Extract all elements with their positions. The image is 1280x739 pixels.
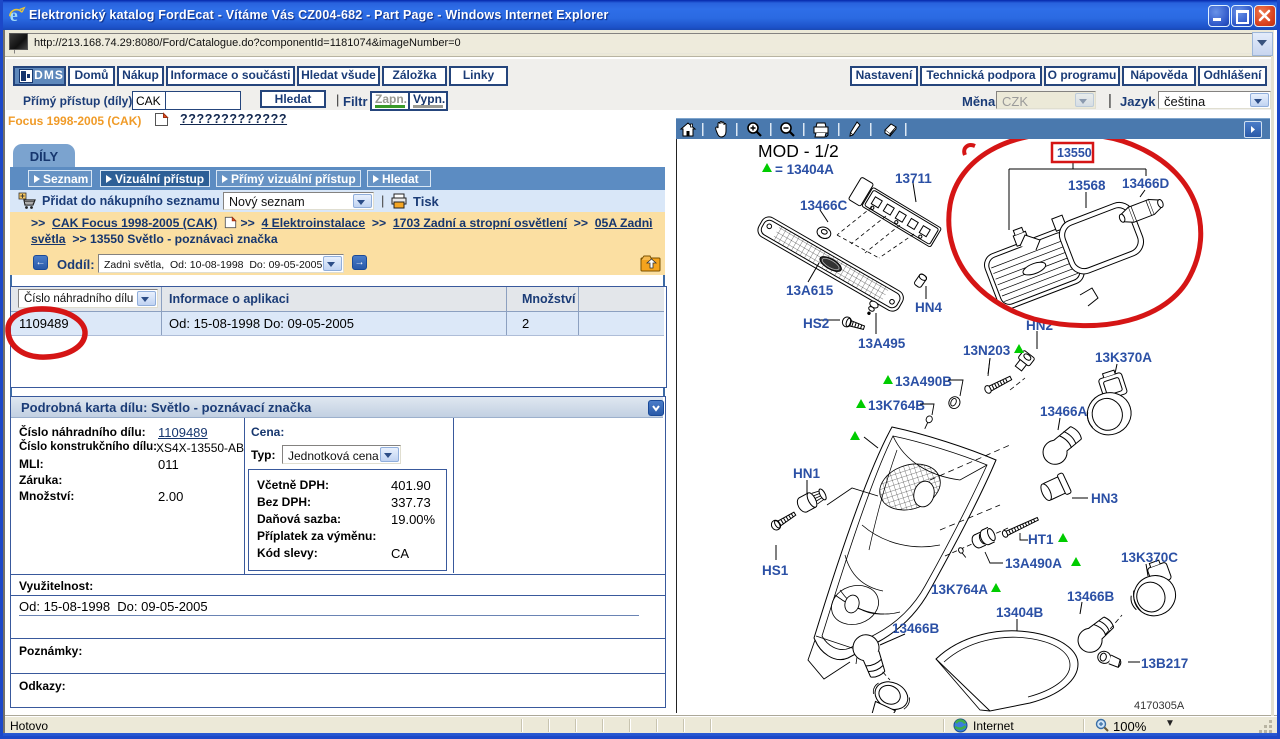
svg-text:13N203: 13N203 <box>963 343 1011 358</box>
svg-text:13404B: 13404B <box>996 605 1044 620</box>
svg-text:13K764A: 13K764A <box>931 582 988 597</box>
svg-text:HT1: HT1 <box>1028 532 1054 547</box>
svg-text:HN4: HN4 <box>915 300 942 315</box>
svg-text:13466A: 13466A <box>1040 404 1088 419</box>
svg-text:13K764B: 13K764B <box>868 398 925 413</box>
svg-text:HN1: HN1 <box>793 466 820 481</box>
svg-text:4170305A: 4170305A <box>1134 700 1185 712</box>
svg-text:e: e <box>10 5 18 24</box>
svg-text:= 13404A: = 13404A <box>775 162 834 177</box>
svg-text:HS1: HS1 <box>762 563 789 578</box>
svg-text:13550: 13550 <box>1057 146 1092 160</box>
svg-text:13466B: 13466B <box>892 621 940 636</box>
svg-text:13568: 13568 <box>1068 178 1106 193</box>
svg-text:13A490B: 13A490B <box>895 374 952 389</box>
svg-text:13466C: 13466C <box>800 198 848 213</box>
svg-text:13466D: 13466D <box>1122 176 1170 191</box>
svg-text:13K370A: 13K370A <box>1095 350 1152 365</box>
svg-text:13466B: 13466B <box>1067 589 1115 604</box>
svg-text:MOD - 1/2: MOD - 1/2 <box>758 141 839 161</box>
svg-text:13K370C: 13K370C <box>1121 550 1178 565</box>
svg-text:HN3: HN3 <box>1091 491 1118 506</box>
svg-text:13A615: 13A615 <box>786 283 834 298</box>
svg-text:13A490A: 13A490A <box>1005 556 1062 571</box>
svg-text:13B217: 13B217 <box>1141 656 1188 671</box>
svg-text:13A495: 13A495 <box>858 336 906 351</box>
svg-text:HS2: HS2 <box>803 316 829 331</box>
svg-text:13711: 13711 <box>895 171 932 186</box>
